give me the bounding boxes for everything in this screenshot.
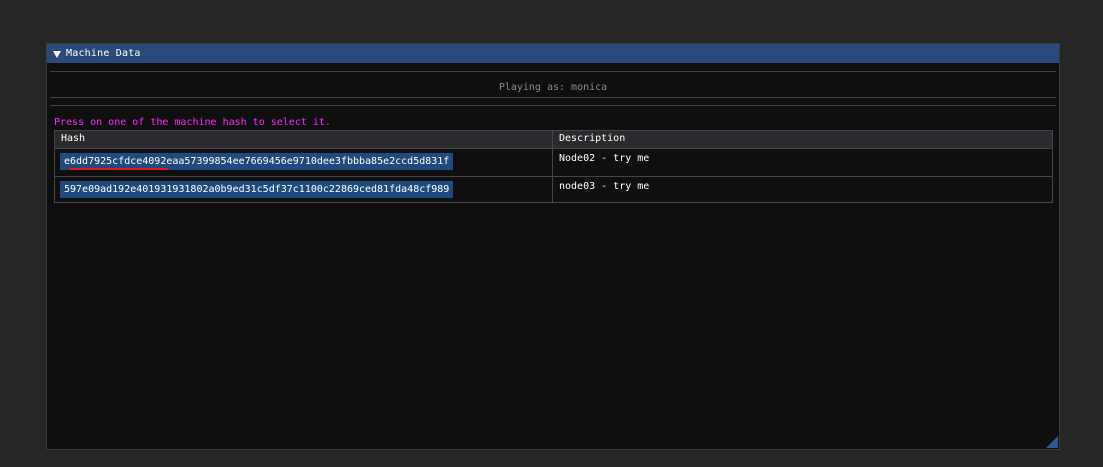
column-header-hash: Hash [61,133,86,144]
table-row: 597e09ad192e401931931802a0b9ed31c5df37c1… [55,177,1052,204]
machine-table: Hash Description e6dd7925cfdce4092eaa573… [54,130,1053,203]
red-underline-annotation [69,168,169,170]
window-title: Machine Data [66,48,141,59]
select-hint-text: Press on one of the machine hash to sele… [54,117,331,128]
table-row: e6dd7925cfdce4092eaa57399854ee7669456e97… [55,149,1052,177]
window-titlebar[interactable]: Machine Data [47,44,1059,63]
playing-as-label: Playing as: monica [498,82,608,93]
resize-grip[interactable] [1046,436,1058,448]
table-header-row: Hash Description [55,131,1052,149]
collapse-arrow-icon[interactable] [53,50,61,58]
separator-middle [50,97,1056,98]
separator-top [50,71,1056,72]
machine-description: Node02 - try me [559,153,650,164]
machine-hash-button[interactable]: 597e09ad192e401931931802a0b9ed31c5df37c1… [60,181,454,198]
machine-description: node03 - try me [559,181,650,192]
separator-bottom [50,105,1056,106]
machine-data-window: Machine Data Playing as: monica Press on… [46,43,1060,450]
column-header-description: Description [559,133,626,144]
